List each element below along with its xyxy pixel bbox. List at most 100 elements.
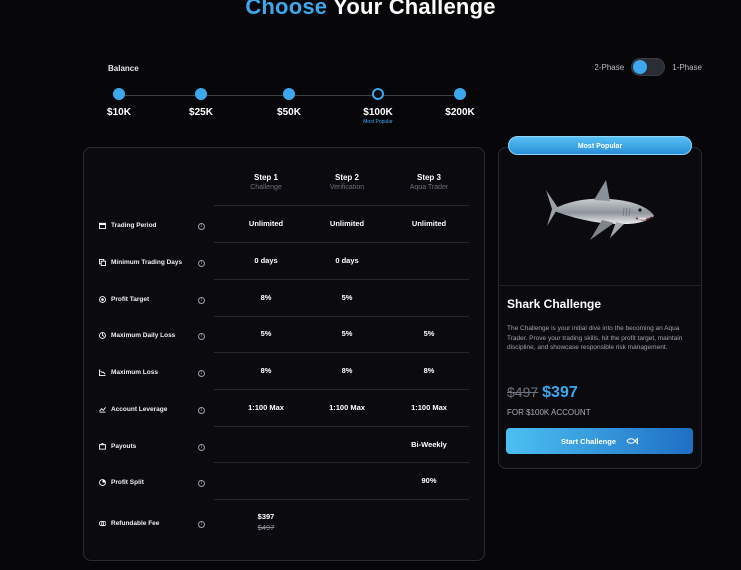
info-icon[interactable]: i — [198, 260, 205, 267]
page-title: Choose Your Challenge — [0, 0, 741, 20]
table-cell: Bi-Weekly — [411, 440, 447, 449]
target-icon — [99, 296, 106, 303]
table-cell: 0 days — [254, 256, 278, 265]
column-title: Step 1 — [253, 173, 278, 182]
column-title: Step 2 — [334, 173, 359, 182]
row-label-text: Maximum Daily Loss — [111, 332, 176, 339]
column-subtitle: Aqua Trader — [409, 184, 449, 191]
chart-down-icon — [99, 369, 106, 376]
info-icon[interactable]: i — [198, 521, 205, 528]
info-icon[interactable]: i — [198, 333, 205, 340]
row-divider — [214, 352, 469, 353]
balance-amount: $50K — [277, 107, 301, 118]
balance-amount: $10K — [107, 107, 131, 118]
phase-2-label[interactable]: 2-Phase — [594, 63, 624, 72]
table-cell: 8% — [260, 293, 272, 302]
column-subtitle: Verification — [329, 184, 365, 191]
table-cell: 5% — [341, 329, 353, 338]
balance-option-200k[interactable]: $200K — [430, 88, 490, 118]
balance-dot-selected — [372, 88, 384, 100]
row-label-text: Profit Split — [111, 479, 144, 486]
column-header-step1: Step 1 Challenge — [226, 173, 306, 191]
most-popular-badge: Most Popular — [508, 136, 692, 155]
info-icon[interactable]: i — [198, 297, 205, 304]
column-header-step2: Step 2 Verification — [307, 173, 387, 191]
row-label-trading-period: Trading Period — [99, 222, 157, 229]
shark-illustration — [546, 180, 654, 240]
row-divider — [214, 242, 469, 243]
balance-amount: $200K — [445, 107, 475, 118]
table-cell: 8% — [341, 366, 353, 375]
table-cell: 1:100 Max — [248, 403, 284, 412]
phase-toggle[interactable] — [631, 58, 666, 76]
account-size-label: FOR $100K ACCOUNT — [507, 408, 591, 417]
fee-old: $497 — [257, 523, 275, 532]
challenge-table: Step 1 Challenge Step 2 Verification Ste… — [83, 147, 485, 561]
daily-loss-icon — [99, 332, 106, 339]
most-popular-tag: Most Popular — [363, 119, 393, 125]
info-icon[interactable]: i — [198, 223, 205, 230]
row-divider — [214, 426, 469, 427]
phase-1-label[interactable]: 1-Phase — [672, 63, 702, 72]
table-cell: 8% — [260, 366, 272, 375]
split-icon — [99, 479, 106, 486]
table-cell: Unlimited — [248, 219, 284, 228]
leverage-icon — [99, 407, 106, 413]
row-label-text: Account Leverage — [111, 406, 168, 413]
balance-dot — [454, 88, 466, 100]
table-cell: 5% — [423, 329, 435, 338]
row-divider — [214, 316, 469, 317]
table-cell: 5% — [260, 329, 272, 338]
price-new: $397 — [542, 384, 578, 401]
row-divider — [214, 499, 469, 500]
fee-icon — [99, 520, 106, 527]
row-label-text: Trading Period — [111, 222, 157, 229]
balance-amount: $25K — [189, 107, 213, 118]
info-icon[interactable]: i — [198, 480, 205, 487]
row-label-payouts: Payouts — [99, 443, 136, 450]
table-cell: Unlimited — [411, 219, 447, 228]
row-label-account-leverage: Account Leverage — [99, 406, 167, 413]
calendar-icon — [99, 222, 106, 229]
table-cell: 90% — [421, 476, 437, 485]
start-challenge-label: Start Challenge — [560, 436, 616, 446]
payout-icon — [99, 443, 106, 450]
table-cell: 1:100 Max — [411, 403, 447, 412]
info-icon[interactable]: i — [198, 370, 205, 377]
row-label-max-loss: Maximum Loss — [99, 369, 158, 376]
row-label-min-trading-days: Minimum Trading Days — [99, 259, 182, 266]
column-header-step3: Step 3 Aqua Trader — [389, 173, 469, 191]
row-label-text: Maximum Loss — [111, 369, 158, 376]
balance-dot — [113, 88, 125, 100]
info-icon[interactable]: i — [198, 407, 205, 414]
balance-amount: $100K — [363, 107, 393, 118]
phase-toggle-group: 2-Phase 1-Phase — [594, 58, 702, 76]
offer-title: Shark Challenge — [507, 297, 602, 311]
table-cell: 8% — [423, 366, 435, 375]
balance-option-25k[interactable]: $25K — [171, 88, 231, 118]
table-cell-fee: $397 $497 — [226, 512, 306, 532]
balance-option-50k[interactable]: $50K — [259, 88, 319, 118]
row-divider — [214, 279, 469, 280]
fee-new: $397 — [257, 512, 275, 521]
row-label-refundable-fee: Refundable Fee — [99, 520, 159, 527]
row-label-text: Profit Target — [111, 296, 150, 303]
offer-description: The Challenge is your initial dive into … — [507, 325, 683, 351]
info-icon[interactable]: i — [198, 444, 205, 451]
start-challenge-button[interactable]: Start Challenge — [506, 428, 693, 454]
row-label-text: Refundable Fee — [111, 520, 160, 527]
row-label-max-daily-loss: Maximum Daily Loss — [99, 332, 175, 339]
row-label-text: Payouts — [111, 443, 137, 450]
offer-price: $497 $397 — [507, 384, 578, 402]
table-cell: Unlimited — [329, 219, 365, 228]
row-label-text: Minimum Trading Days — [111, 259, 183, 266]
row-divider — [214, 462, 469, 463]
column-title: Step 3 — [416, 173, 441, 182]
balance-option-10k[interactable]: $10K — [89, 88, 149, 118]
row-divider — [214, 389, 469, 390]
row-divider — [214, 205, 469, 206]
column-subtitle: Challenge — [250, 184, 282, 191]
table-cell: 0 days — [335, 256, 359, 265]
balance-option-100k[interactable]: $100K Most Popular — [348, 88, 408, 125]
fish-icon — [626, 437, 638, 445]
